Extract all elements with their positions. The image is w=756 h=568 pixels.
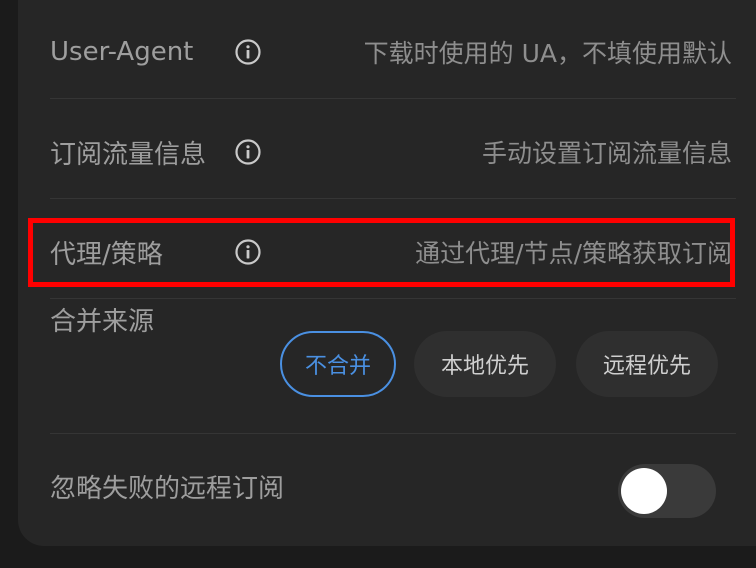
divider xyxy=(50,98,736,99)
subscription-traffic-input[interactable]: 手动设置订阅流量信息 xyxy=(482,134,732,170)
page: User-Agent 下载时使用的 UA，不填使用默认 订阅流量信息 手动设置订… xyxy=(0,0,756,568)
merge-option-local-first-button[interactable]: 本地优先 xyxy=(414,331,556,397)
ignore-failed-toggle[interactable] xyxy=(618,464,716,518)
merge-option-remote-first-button[interactable]: 远程优先 xyxy=(576,331,718,397)
toggle-knob xyxy=(621,468,667,514)
user-agent-label: User-Agent xyxy=(50,37,194,67)
divider xyxy=(50,433,736,434)
merge-option-none-button[interactable]: 不合并 xyxy=(280,331,396,397)
info-circle-icon[interactable] xyxy=(235,39,261,65)
subscription-traffic-row[interactable]: 订阅流量信息 手动设置订阅流量信息 xyxy=(50,122,736,182)
divider xyxy=(50,198,736,199)
merge-source-label: 合并来源 xyxy=(50,307,155,337)
highlight-box xyxy=(28,218,735,287)
ignore-failed-label: 忽略失败的远程订阅 xyxy=(50,473,285,504)
info-circle-icon[interactable] xyxy=(235,139,261,165)
user-agent-row[interactable]: User-Agent 下载时使用的 UA，不填使用默认 xyxy=(50,22,736,82)
user-agent-input[interactable]: 下载时使用的 UA，不填使用默认 xyxy=(364,34,732,70)
subscription-traffic-label: 订阅流量信息 xyxy=(50,139,207,170)
